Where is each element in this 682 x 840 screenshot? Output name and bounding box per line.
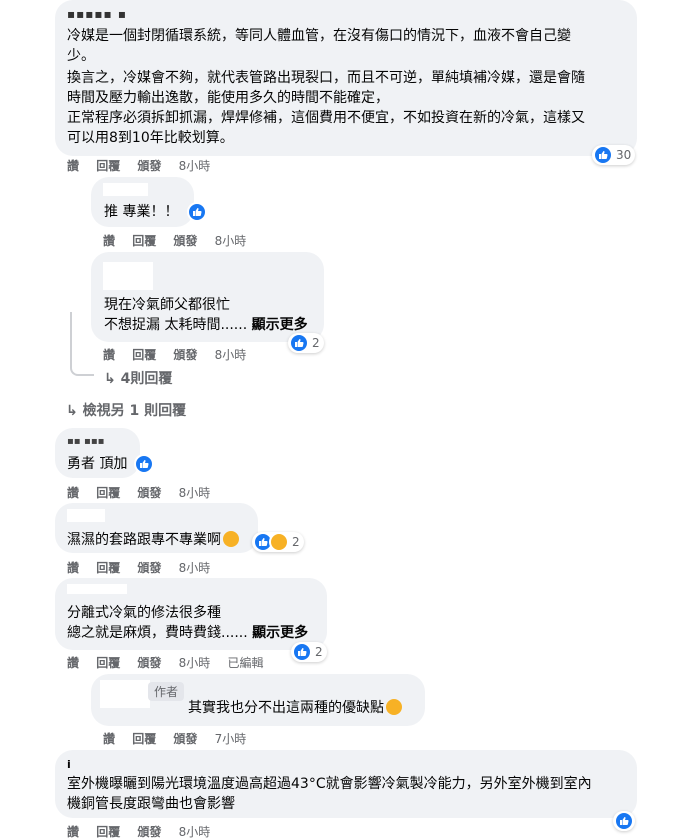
- timestamp[interactable]: 8小時: [179, 561, 211, 575]
- timestamp[interactable]: 8小時: [179, 486, 211, 500]
- comment-actions: 讚 回覆 頒發 8小時: [67, 823, 223, 840]
- like-reaction-icon[interactable]: [133, 454, 154, 474]
- timestamp[interactable]: 8小時: [179, 159, 211, 173]
- author-badge: 作者: [148, 682, 185, 701]
- like-button[interactable]: 讚: [67, 656, 79, 670]
- comment-author-7[interactable]: [100, 680, 150, 708]
- comment-author-6[interactable]: [67, 584, 127, 594]
- like-button[interactable]: 讚: [67, 159, 79, 173]
- like-button[interactable]: 讚: [103, 348, 115, 362]
- timestamp[interactable]: 8小時: [215, 348, 247, 362]
- edited-label: 已編輯: [227, 656, 264, 670]
- timestamp[interactable]: 8小時: [179, 825, 211, 839]
- award-button[interactable]: 頒發: [173, 234, 197, 248]
- reaction-summary[interactable]: 2: [252, 532, 304, 552]
- award-button[interactable]: 頒發: [173, 348, 197, 362]
- comment-actions: 讚 回覆 頒發 8小時: [67, 484, 223, 501]
- comment-author-8[interactable]: i: [67, 755, 71, 775]
- comment-line: 冷媒是一個封閉循環系統，等同人體血管，在沒有傷口的情況下，血液不會自己變: [67, 28, 571, 44]
- reply-button[interactable]: 回覆: [132, 348, 156, 362]
- comment-actions: 讚 回覆 頒發 8小時: [67, 559, 223, 576]
- comment-text: 其實我也分不出這兩種的優缺點: [188, 698, 402, 718]
- like-reaction-icon: [593, 145, 613, 165]
- comment-line: 不想捉漏 太耗時間...... 顯示更多: [104, 315, 308, 335]
- reaction-count: 2: [312, 336, 320, 350]
- comment-text: 濕濕的套路跟專不專業啊: [67, 530, 239, 550]
- view-replies-link[interactable]: ↳ 4則回覆: [104, 368, 172, 388]
- like-button[interactable]: 讚: [67, 486, 79, 500]
- like-reaction-icon: [614, 811, 634, 831]
- comment-author-5[interactable]: [67, 509, 105, 522]
- reply-button[interactable]: 回覆: [96, 159, 120, 173]
- comment-line-text: 不想捉漏 太耗時間......: [104, 317, 248, 333]
- award-button[interactable]: 頒發: [137, 159, 161, 173]
- comment-actions: 讚 回覆 頒發 8小時: [67, 157, 223, 174]
- award-button[interactable]: 頒發: [137, 825, 161, 839]
- comment-line: 室外機曝曬到陽光環境溫度過高超過43°C就會影響冷氣製冷能力，另外室外機到室內: [67, 776, 592, 792]
- view-replies-label: 4則回覆: [120, 371, 173, 387]
- comment-author-2[interactable]: [103, 183, 148, 196]
- award-button[interactable]: 頒發: [173, 732, 197, 746]
- reaction-count: 2: [315, 645, 323, 659]
- comment-author-3[interactable]: [103, 262, 153, 290]
- reply-arrow-icon: ↳: [104, 371, 116, 387]
- like-reaction-icon: [292, 642, 312, 662]
- comment-text-content: 其實我也分不出這兩種的優缺點: [188, 700, 384, 716]
- like-button[interactable]: 讚: [103, 234, 115, 248]
- comment-line: 可以用8到10年比較划算。: [67, 130, 234, 146]
- like-reaction-icon[interactable]: [186, 202, 207, 222]
- comment-actions: 讚 回覆 頒發 8小時: [103, 232, 259, 249]
- comment-line: 換言之，冷媒會不夠，就代表管路出現裂口，而且不可逆，單純填補冷媒，還是會隨: [67, 70, 585, 86]
- comment-line-text: 總之就是麻煩，費時費錢......: [67, 625, 248, 641]
- reply-button[interactable]: 回覆: [96, 825, 120, 839]
- reply-button[interactable]: 回覆: [132, 234, 156, 248]
- view-more-replies-link[interactable]: ↳ 檢視另 1 則回覆: [66, 400, 186, 420]
- comment-line: 總之就是麻煩，費時費錢...... 顯示更多: [67, 623, 308, 643]
- comment-line: 現在冷氣師父都很忙: [104, 297, 230, 313]
- reaction-summary[interactable]: 2: [291, 642, 327, 662]
- view-more-replies-label: 檢視另 1 則回覆: [82, 403, 187, 419]
- see-more-link[interactable]: 顯示更多: [252, 625, 308, 641]
- reply-arrow-icon: ↳: [66, 403, 78, 419]
- comment-text-content: 推 專業！！: [104, 204, 179, 220]
- comment-actions: 讚 回覆 頒發 8小時 已編輯: [67, 654, 276, 671]
- reply-button[interactable]: 回覆: [132, 732, 156, 746]
- haha-reaction-icon: [269, 532, 289, 552]
- award-button[interactable]: 頒發: [137, 561, 161, 575]
- reaction-count: 2: [292, 535, 300, 549]
- laughing-emoji-icon: [223, 531, 239, 547]
- reply-button[interactable]: 回覆: [96, 656, 120, 670]
- comment-line: 正常程序必須拆卸抓漏，焊焊修補，這個費用不便宜，不如投資在新的冷氣，這樣又: [67, 110, 585, 126]
- reaction-summary[interactable]: 2: [288, 333, 324, 353]
- like-button[interactable]: 讚: [67, 825, 79, 839]
- reaction-summary[interactable]: 30: [592, 145, 636, 165]
- reaction-count: 30: [616, 148, 632, 162]
- like-button[interactable]: 讚: [103, 732, 115, 746]
- like-reaction-icon: [289, 333, 309, 353]
- like-button[interactable]: 讚: [67, 561, 79, 575]
- comment-text-content: 勇者 頂加: [67, 456, 128, 472]
- laughing-emoji-icon: [386, 699, 402, 715]
- comment-line: 時間及壓力輸出逸散，能使用多久的時間不能確定，: [67, 90, 389, 106]
- comment-line: 機銅管長度跟彎曲也會影響: [67, 796, 235, 812]
- comment-line: 分離式冷氣的修法很多種: [67, 605, 221, 621]
- reply-button[interactable]: 回覆: [96, 486, 120, 500]
- award-button[interactable]: 頒發: [137, 656, 161, 670]
- see-more-link[interactable]: 顯示更多: [252, 317, 308, 333]
- comment-text-content: 濕濕的套路跟專不專業啊: [67, 532, 221, 548]
- reply-button[interactable]: 回覆: [96, 561, 120, 575]
- comment-line: 少。: [67, 48, 95, 64]
- comment-actions: 讚 回覆 頒發 8小時: [103, 346, 259, 363]
- timestamp[interactable]: 8小時: [179, 656, 211, 670]
- comment-text: 勇者 頂加: [67, 454, 154, 474]
- timestamp[interactable]: 8小時: [215, 234, 247, 248]
- timestamp[interactable]: 7小時: [215, 732, 247, 746]
- award-button[interactable]: 頒發: [137, 486, 161, 500]
- comment-actions: 讚 回覆 頒發 7小時: [103, 730, 259, 747]
- comment-text: 推 專業！！: [104, 202, 207, 222]
- comment-author-1[interactable]: ▪▪▪▪▪ ▪: [67, 4, 127, 24]
- comment-author-4[interactable]: ▪▪ ▪▪▪: [67, 432, 104, 452]
- reaction-summary[interactable]: [613, 811, 635, 831]
